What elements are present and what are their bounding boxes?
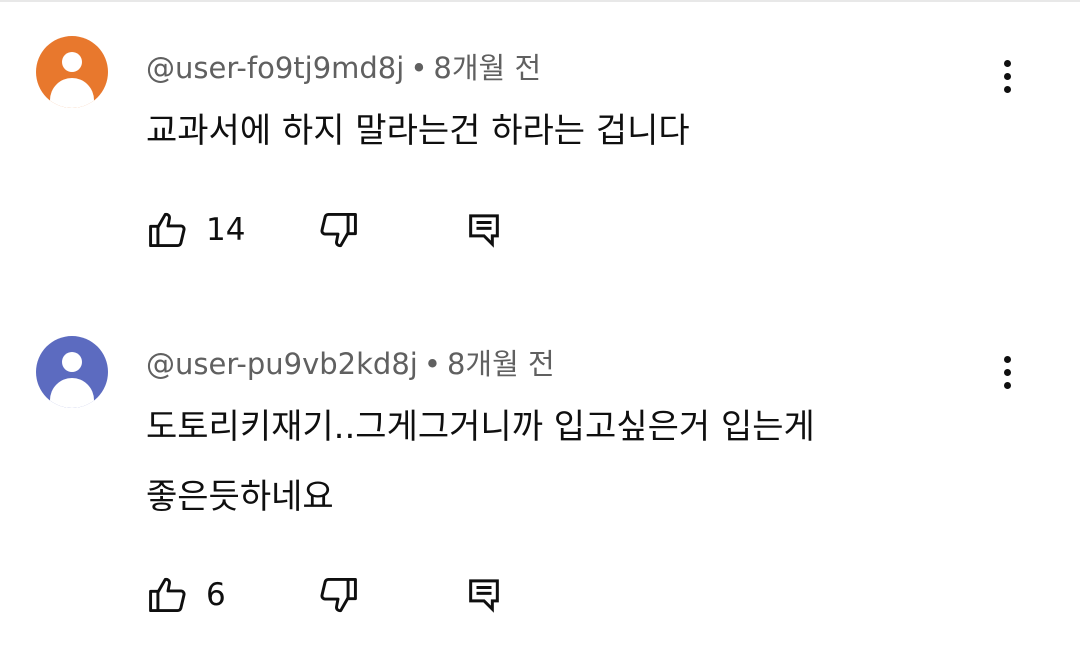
divider xyxy=(0,0,1080,2)
avatar-body-shape xyxy=(50,378,94,408)
avatar-head-shape xyxy=(62,52,82,72)
avatar[interactable] xyxy=(36,336,108,408)
comment-text: 교과서에 하지 말라는건 하라는 겁니다 xyxy=(146,96,966,166)
comment-author[interactable]: @user-fo9tj9md8j xyxy=(146,51,404,85)
avatar-head-shape xyxy=(62,352,82,372)
comment-time: 8개월 전 xyxy=(446,347,555,381)
dislike-button[interactable] xyxy=(316,573,360,617)
thumb-down-icon xyxy=(316,208,360,252)
thumb-up-icon xyxy=(146,573,190,617)
comment-author[interactable]: @user-pu9vb2kd8j xyxy=(146,347,418,381)
reply-button[interactable] xyxy=(464,208,504,252)
reply-comment-icon xyxy=(464,208,504,252)
like-count: 14 xyxy=(206,212,246,248)
meta-separator: • xyxy=(410,51,428,85)
comments-list: @user-fo9tj9md8j • 8개월 전 교과서에 하지 말라는건 하라는 … xyxy=(0,0,1080,667)
comment-actions: 6 xyxy=(146,573,546,617)
comment-text-line: 좋은듯하네요 xyxy=(146,477,334,517)
more-vertical-icon[interactable] xyxy=(996,56,1020,96)
like-button[interactable]: 14 xyxy=(146,208,245,252)
more-vertical-icon[interactable] xyxy=(996,352,1020,392)
reply-comment-icon xyxy=(464,573,504,617)
comment-actions: 14 xyxy=(146,208,546,252)
comment-text: 도토리키재기..그게그거니까 입고싶은거 입는게 좋은듯하네요 xyxy=(146,392,966,532)
thumb-up-icon xyxy=(146,208,190,252)
thumb-down-icon xyxy=(316,573,360,617)
comment-meta: @user-fo9tj9md8j • 8개월 전 xyxy=(146,50,541,86)
meta-separator: • xyxy=(423,347,441,381)
comment-meta: @user-pu9vb2kd8j • 8개월 전 xyxy=(146,346,555,382)
reply-button[interactable] xyxy=(464,573,504,617)
comment-time: 8개월 전 xyxy=(433,51,542,85)
comment-text-line: 도토리키재기..그게그거니까 입고싶은거 입는게 xyxy=(146,407,815,447)
avatar[interactable] xyxy=(36,36,108,108)
dislike-button[interactable] xyxy=(316,208,360,252)
like-count: 6 xyxy=(206,577,226,613)
like-button[interactable]: 6 xyxy=(146,573,226,617)
avatar-body-shape xyxy=(50,78,94,108)
comment-text-line: 교과서에 하지 말라는건 하라는 겁니다 xyxy=(146,111,690,151)
